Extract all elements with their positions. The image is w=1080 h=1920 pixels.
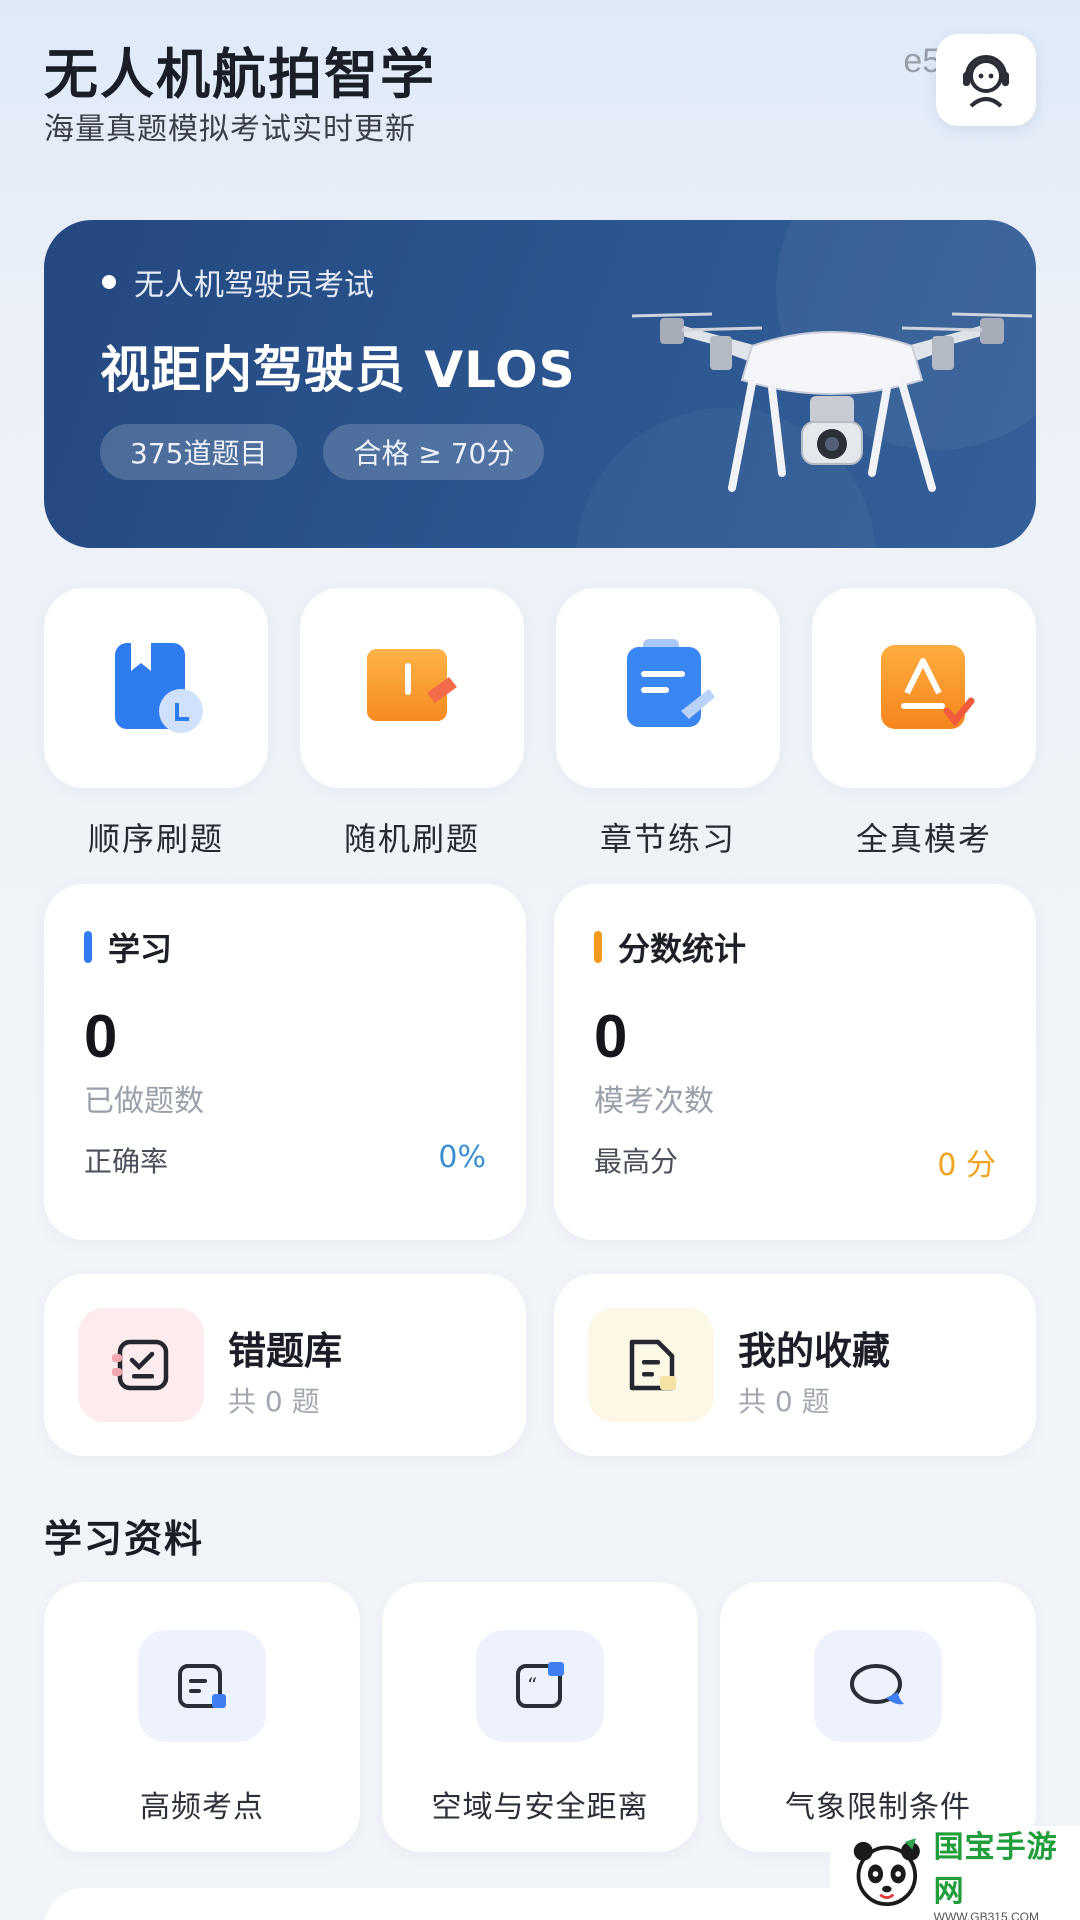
done-count-label: 已做题数: [84, 1084, 204, 1119]
random-practice-button[interactable]: 随机刷题: [300, 588, 524, 860]
app-subtitle: 海量真题模拟考试实时更新: [44, 112, 416, 147]
quick-label: 全真模考: [855, 820, 992, 858]
mat-icon-bg: [814, 1630, 942, 1742]
shuffle-book-icon: [367, 649, 457, 721]
score-stats-header: 分数统计: [594, 924, 746, 970]
exam-banner[interactable]: 无人机驾驶员考试 视距内驾驶员 VLOS 375道题目 合格 ≥ 70分: [44, 220, 1036, 548]
material-label: 空域与安全距离: [431, 1790, 649, 1825]
accuracy-row: 正确率 0%: [84, 1140, 486, 1180]
site-watermark: 国宝手游网 WWW.GB315.COM: [830, 1826, 1080, 1920]
lib-icon-bg: [78, 1308, 204, 1422]
accuracy-value: 0%: [438, 1140, 486, 1175]
chapter-practice-button[interactable]: 章节练习: [556, 588, 780, 860]
material-item-weather[interactable]: 气象限制条件: [720, 1582, 1036, 1852]
quick-card[interactable]: [300, 588, 524, 788]
material-item-airspace[interactable]: “ 空域与安全距离: [382, 1582, 698, 1852]
mat-icon-bg: “: [476, 1630, 604, 1742]
wrong-questions-title: 错题库: [228, 1329, 343, 1373]
notes-icon: [627, 639, 715, 727]
best-score-row: 最高分 0 分: [594, 1140, 996, 1184]
material-label: 气象限制条件: [785, 1790, 971, 1825]
best-score-value: 0 分: [937, 1148, 996, 1183]
mock-exam-button[interactable]: 全真模考: [812, 588, 1036, 860]
quick-label: 顺序刷题: [87, 820, 224, 858]
accent-bar: [594, 931, 602, 963]
material-item-high-frequency[interactable]: 高频考点: [44, 1582, 360, 1852]
study-stats-title: 学习: [108, 930, 173, 968]
question-count-chip: 375道题目: [100, 424, 298, 480]
accent-bar: [84, 931, 92, 963]
done-count: 0: [84, 1003, 118, 1070]
quick-label: 章节练习: [599, 820, 736, 858]
material-label: 高频考点: [140, 1790, 264, 1825]
checklist-icon: [112, 1339, 169, 1391]
watermark-text: 国宝手游网 WWW.GB315.COM: [934, 1822, 1080, 1920]
header: 无人机航拍智学 海量真题模拟考试实时更新 e59c8: [44, 30, 1036, 150]
banner-title: 视距内驾驶员 VLOS: [100, 341, 576, 399]
document-icon: [629, 1339, 676, 1391]
banner-chips: 375道题目 合格 ≥ 70分: [100, 424, 545, 480]
headset-avatar-icon: [963, 55, 1009, 108]
banner-tag: 无人机驾驶员考试: [102, 260, 374, 304]
study-stats-card[interactable]: 学习 0 已做题数 正确率 0%: [44, 884, 526, 1240]
exam-icon: [881, 645, 975, 729]
exam-count-label: 模考次数: [594, 1084, 714, 1119]
bullet-dot-icon: [102, 275, 116, 289]
quick-label: 随机刷题: [343, 820, 480, 858]
drone-illustration: [632, 312, 1032, 492]
score-stats-title: 分数统计: [618, 930, 747, 968]
exam-count: 0: [594, 1003, 628, 1070]
customer-service-button[interactable]: [936, 34, 1036, 126]
lib-icon-bg: [588, 1308, 714, 1422]
svg-text:“: “: [527, 1673, 537, 1697]
quick-card[interactable]: [44, 588, 268, 788]
score-stats-card[interactable]: 分数统计 0 模考次数 最高分 0 分: [554, 884, 1036, 1240]
book-icon: [115, 643, 203, 733]
watermark-url: WWW.GB315.COM: [933, 1910, 1039, 1920]
sequential-practice-button[interactable]: 顺序刷题: [44, 588, 268, 860]
study-stats-header: 学习: [84, 924, 172, 970]
quick-card[interactable]: [556, 588, 780, 788]
watermark-brand: 国宝手游网: [933, 1830, 1058, 1909]
list-card-icon: [178, 1664, 226, 1708]
mat-icon-bg: [138, 1630, 266, 1742]
favorites-card[interactable]: 我的收藏 共 0 题: [554, 1274, 1036, 1456]
favorites-title: 我的收藏: [738, 1329, 891, 1373]
quick-card[interactable]: [812, 588, 1036, 788]
wrong-questions-card[interactable]: 错题库 共 0 题: [44, 1274, 526, 1456]
materials-section-title: 学习资料: [44, 1517, 205, 1561]
best-score-label: 最高分: [594, 1145, 679, 1178]
pass-score-chip: 合格 ≥ 70分: [323, 424, 545, 480]
accuracy-label: 正确率: [84, 1145, 169, 1178]
panda-logo-icon: [853, 1838, 920, 1907]
favorites-count: 共 0 题: [738, 1385, 830, 1418]
app-title: 无人机航拍智学: [44, 43, 436, 106]
quote-card-icon: “: [516, 1662, 564, 1708]
wrong-questions-count: 共 0 题: [228, 1385, 320, 1418]
chat-bubble-icon: [850, 1664, 904, 1705]
quick-actions: 顺序刷题 随机刷题 章节练习 全真模考: [44, 588, 1036, 860]
banner-tag-text: 无人机驾驶员考试: [134, 268, 374, 303]
